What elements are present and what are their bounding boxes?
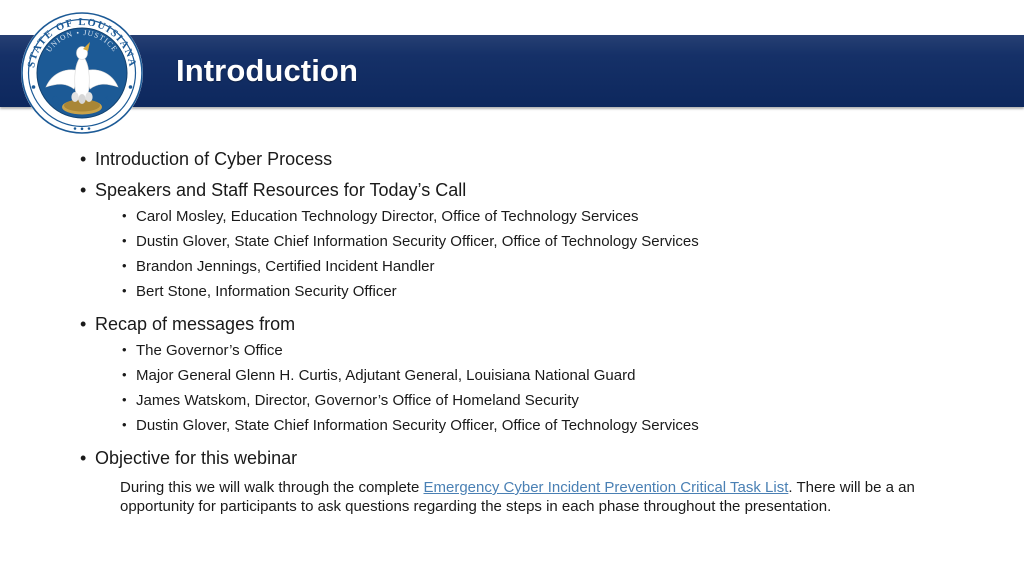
bullet-text: Objective for this webinar: [95, 448, 298, 468]
bullet-item-level1: • Introduction of Cyber Process: [0, 150, 1024, 168]
bullet-text: Brandon Jennings, Certified Incident Han…: [136, 258, 435, 275]
bullet-item-level2: • Bert Stone, Information Security Offic…: [0, 284, 1024, 299]
bullet-text: Speakers and Staff Resources for Today’s…: [95, 180, 467, 200]
bullet-marker-icon: •: [80, 180, 87, 200]
bullet-text: Dustin Glover, State Chief Information S…: [136, 233, 699, 250]
banner-gradient-overlay: [0, 35, 1024, 107]
bullet-text: James Watskom, Director, Governor’s Offi…: [136, 392, 579, 409]
state-of-louisiana-seal-icon: STATE OF LOUISIANA CONFIDENCE UNION • JU…: [20, 11, 144, 135]
objective-paragraph: During this we will walk through the com…: [0, 478, 1024, 516]
page-title: Introduction: [176, 53, 358, 88]
bullet-marker-icon: •: [122, 283, 127, 298]
bullet-item-level2: • Brandon Jennings, Certified Incident H…: [0, 259, 1024, 274]
bullet-text: Bert Stone, Information Security Officer: [136, 283, 397, 300]
bullet-item-level2: • Dustin Glover, State Chief Information…: [0, 234, 1024, 249]
bullet-text: Major General Glenn H. Curtis, Adjutant …: [136, 367, 636, 384]
bullet-item-level2: • Dustin Glover, State Chief Information…: [0, 418, 1024, 433]
bullet-item-level2: • Carol Mosley, Education Technology Dir…: [0, 209, 1024, 224]
bullet-item-level1: • Recap of messages from: [0, 315, 1024, 333]
bullet-marker-icon: •: [80, 314, 87, 334]
bullet-text: Introduction of Cyber Process: [95, 149, 333, 169]
bullet-marker-icon: •: [122, 233, 127, 248]
slide-content: • Introduction of Cyber Process • Speake…: [0, 150, 1024, 516]
bullet-item-level2: • The Governor’s Office: [0, 343, 1024, 358]
bullet-item-level1: • Objective for this webinar: [0, 449, 1024, 467]
bullet-item-level2: • James Watskom, Director, Governor’s Of…: [0, 393, 1024, 408]
paragraph-text-before-link: During this we will walk through the com…: [120, 479, 424, 496]
bullet-marker-icon: •: [80, 448, 87, 468]
bullet-marker-icon: •: [122, 258, 127, 273]
bullet-text: Carol Mosley, Education Technology Direc…: [136, 208, 639, 225]
bullet-marker-icon: •: [122, 208, 127, 223]
bullet-marker-icon: •: [122, 342, 127, 357]
bullet-marker-icon: •: [122, 367, 127, 382]
bullet-text: Recap of messages from: [95, 314, 296, 334]
bullet-marker-icon: •: [122, 392, 127, 407]
title-banner: [0, 35, 1024, 107]
bullet-marker-icon: •: [122, 417, 127, 432]
bullet-text: The Governor’s Office: [136, 342, 283, 359]
critical-task-list-link[interactable]: Emergency Cyber Incident Prevention Crit…: [423, 479, 788, 496]
bullet-item-level2: • Major General Glenn H. Curtis, Adjutan…: [0, 368, 1024, 383]
bullet-item-level1: • Speakers and Staff Resources for Today…: [0, 181, 1024, 199]
bullet-marker-icon: •: [80, 149, 87, 169]
bullet-text: Dustin Glover, State Chief Information S…: [136, 417, 699, 434]
